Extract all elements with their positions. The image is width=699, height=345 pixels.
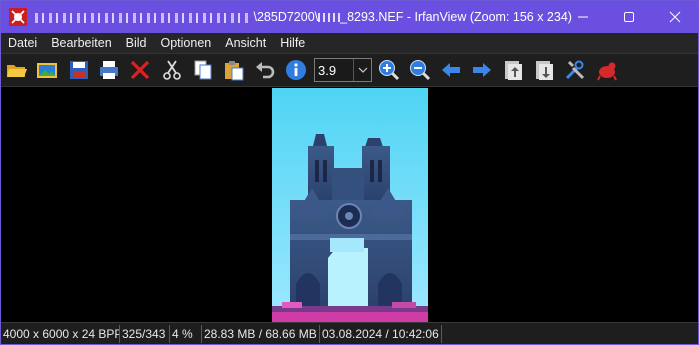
title-path-segment: \285D7200\	[253, 10, 319, 24]
delete-icon[interactable]	[128, 58, 152, 82]
next-arrow-icon[interactable]	[470, 58, 494, 82]
info-icon[interactable]	[284, 58, 308, 82]
open-folder-icon[interactable]	[5, 58, 29, 82]
window-title: \285D7200\ _8293.NEF - IrfanView (Zoom: 1…	[35, 10, 572, 24]
redacted-path	[35, 12, 250, 23]
print-icon[interactable]	[97, 58, 121, 82]
exit-icon[interactable]	[595, 58, 619, 82]
menu-bar: Datei Bearbeiten Bild Optionen Ansicht H…	[1, 33, 698, 53]
irfanview-app-icon[interactable]	[9, 8, 27, 26]
title-file-segment: _8293.NEF - IrfanView (Zoom: 156 x 234)	[340, 10, 572, 24]
image-canvas[interactable]	[1, 88, 698, 322]
menu-datei[interactable]: Datei	[1, 33, 44, 53]
menu-hilfe[interactable]: Hilfe	[273, 33, 312, 53]
title-bar[interactable]: \285D7200\ _8293.NEF - IrfanView (Zoom: 1…	[1, 1, 698, 33]
maximize-button[interactable]	[606, 1, 652, 33]
toolbar: 3.9	[1, 53, 698, 87]
status-file-index: 325/343	[120, 324, 170, 343]
status-empty	[442, 325, 698, 343]
status-datetime: 03.08.2024 / 10:42:06	[320, 324, 442, 343]
zoom-in-icon[interactable]	[377, 58, 401, 82]
irfanview-window: \285D7200\ _8293.NEF - IrfanView (Zoom: 1…	[0, 0, 699, 345]
redacted-segment	[318, 13, 341, 23]
menu-bild[interactable]: Bild	[119, 33, 154, 53]
menu-ansicht[interactable]: Ansicht	[218, 33, 273, 53]
status-file-size: 28.83 MB / 68.66 MB	[202, 324, 320, 343]
status-bar: 4000 x 6000 x 24 BPP 325/343 4 % 28.83 M…	[1, 322, 698, 344]
save-icon[interactable]	[67, 58, 91, 82]
slideshow-icon[interactable]	[35, 58, 59, 82]
status-zoom-percent: 4 %	[170, 324, 202, 343]
cut-icon[interactable]	[160, 58, 184, 82]
settings-tools-icon[interactable]	[563, 58, 587, 82]
paste-icon[interactable]	[222, 58, 246, 82]
status-dimensions: 4000 x 6000 x 24 BPP	[3, 324, 120, 343]
last-file-icon[interactable]	[532, 58, 556, 82]
close-button[interactable]	[652, 1, 698, 33]
minimize-button[interactable]	[560, 1, 606, 33]
menu-optionen[interactable]: Optionen	[154, 33, 219, 53]
displayed-photo	[272, 88, 428, 322]
menu-bearbeiten[interactable]: Bearbeiten	[44, 33, 118, 53]
zoom-out-icon[interactable]	[408, 58, 432, 82]
previous-arrow-icon[interactable]	[439, 58, 463, 82]
zoom-value: 3.9	[318, 62, 337, 78]
first-file-icon[interactable]	[501, 58, 525, 82]
zoom-select[interactable]: 3.9	[314, 58, 372, 82]
copy-icon[interactable]	[191, 58, 215, 82]
undo-icon[interactable]	[253, 58, 277, 82]
chevron-down-icon[interactable]	[353, 59, 371, 81]
